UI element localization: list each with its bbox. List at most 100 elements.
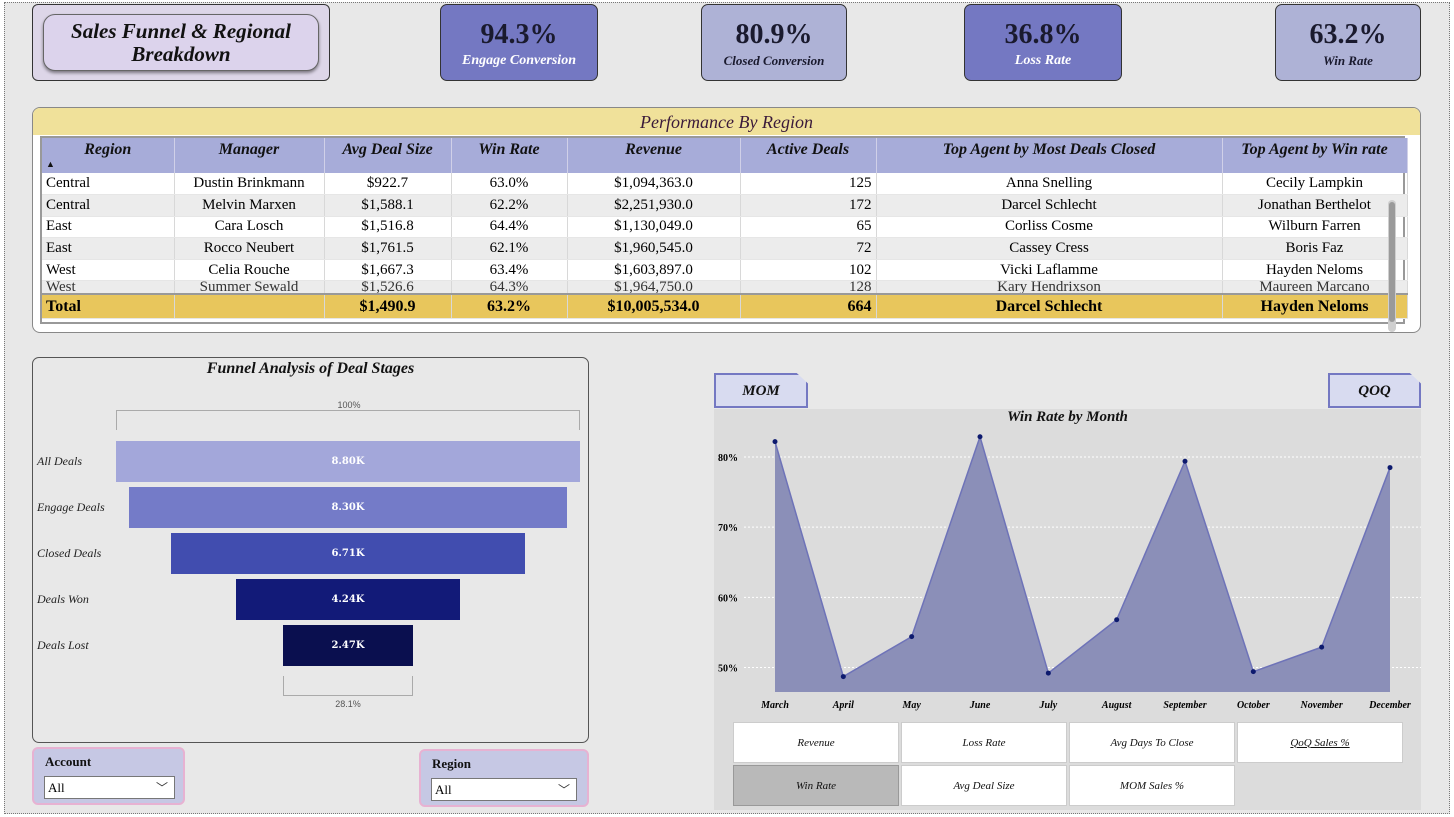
x-tick-label: May xyxy=(901,700,921,711)
measure-button[interactable]: Loss Rate xyxy=(901,722,1067,763)
performance-table-container: Region ▲ Manager Avg Deal Size Win Rate R… xyxy=(40,136,1408,332)
funnel-top-percent: 100% xyxy=(337,400,361,410)
performance-by-region-panel: Performance By Region Region ▲ Manager Av… xyxy=(32,107,1421,333)
table-cell: Melvin Marxen xyxy=(174,194,325,217)
table-cell: Dustin Brinkmann xyxy=(174,173,325,196)
x-tick-label: September xyxy=(1163,700,1206,711)
data-point[interactable] xyxy=(1045,670,1051,676)
dashboard-title: Sales Funnel & Regional Breakdown xyxy=(43,14,319,71)
kpi-label: Loss Rate xyxy=(1014,53,1072,68)
kpi-win-rate: 63.2% Win Rate xyxy=(1275,4,1421,81)
data-point[interactable] xyxy=(840,674,846,680)
x-tick-label: July xyxy=(1038,700,1057,711)
sort-ascending-icon[interactable]: ▲ xyxy=(46,159,55,169)
funnel-stage-label: Engage Deals xyxy=(37,500,105,514)
table-row[interactable]: West Summer Sewald $1,526.6 64.3% $1,964,750… xyxy=(42,280,1408,295)
column-header-win-rate[interactable]: Win Rate xyxy=(451,138,568,173)
scrollbar-thumb[interactable] xyxy=(1389,202,1395,322)
performance-title: Performance By Region xyxy=(33,108,1420,135)
data-point[interactable] xyxy=(772,439,778,445)
kpi-engage-conversion: 94.3% Engage Conversion xyxy=(440,4,598,81)
table-cell: 62.2% xyxy=(451,194,568,217)
funnel-stage-label: All Deals xyxy=(37,454,82,468)
kpi-label: Closed Conversion xyxy=(723,53,825,68)
funnel-stage-label: Closed Deals xyxy=(37,546,102,560)
total-cell: 664 xyxy=(740,293,877,319)
region-selected-value: All xyxy=(435,782,452,797)
table-cell: $1,761.5 xyxy=(324,237,452,260)
column-header-active-deals[interactable]: Active Deals xyxy=(740,138,877,173)
table-cell: West xyxy=(42,280,175,295)
funnel-bottom-bracket xyxy=(283,676,413,696)
column-header-revenue[interactable]: Revenue xyxy=(567,138,741,173)
funnel-bar[interactable]: 4.24K xyxy=(236,579,460,620)
data-point[interactable] xyxy=(1250,669,1256,675)
table-cell: Anna Snelling xyxy=(876,173,1223,196)
y-tick-label: 60% xyxy=(718,593,738,604)
funnel-stage-label: Deals Won xyxy=(37,592,89,606)
column-header-region[interactable]: Region ▲ xyxy=(42,138,175,173)
measure-button[interactable]: QoQ Sales % xyxy=(1237,722,1403,763)
data-point[interactable] xyxy=(1319,644,1325,650)
measure-button[interactable]: Revenue xyxy=(733,722,899,763)
data-point[interactable] xyxy=(977,434,983,440)
table-cell: East xyxy=(42,216,175,239)
x-tick-label: April xyxy=(832,700,854,711)
total-cell: Darcel Schlecht xyxy=(876,293,1223,319)
table-cell: Central xyxy=(42,194,175,217)
tab-qoq[interactable]: QOQ xyxy=(1328,373,1421,408)
data-point[interactable] xyxy=(1182,458,1188,464)
x-tick-label: June xyxy=(969,700,991,711)
measure-button[interactable]: Avg Deal Size xyxy=(901,765,1067,806)
account-dropdown[interactable]: All ﹀ xyxy=(44,776,175,799)
x-tick-label: December xyxy=(1368,700,1411,711)
table-cell: Celia Rouche xyxy=(174,259,325,282)
column-header-top-agent-win-rate[interactable]: Top Agent by Win rate xyxy=(1222,138,1408,173)
funnel-bar[interactable]: 8.80K xyxy=(116,441,580,482)
table-cell: East xyxy=(42,237,175,260)
column-header-top-agent-deals[interactable]: Top Agent by Most Deals Closed xyxy=(876,138,1223,173)
kpi-label: Engage Conversion xyxy=(462,53,576,68)
funnel-bar[interactable]: 2.47K xyxy=(282,625,414,666)
measure-button[interactable]: Avg Days To Close xyxy=(1069,722,1235,763)
funnel-bar-value: 6.71K xyxy=(331,548,365,559)
chevron-down-icon: ﹀ xyxy=(557,783,570,797)
funnel-bar[interactable]: 6.71K xyxy=(171,533,525,574)
total-cell: $10,005,534.0 xyxy=(567,293,741,319)
table-vertical-scrollbar[interactable] xyxy=(1388,200,1396,332)
data-point[interactable] xyxy=(909,634,915,640)
table-row[interactable]: East Cara Losch $1,516.8 64.4% $1,130,049.0 6… xyxy=(42,216,1408,239)
table-total-row: Total $1,490.9 63.2% $10,005,534.0 664 D… xyxy=(42,293,1408,319)
table-cell: Cecily Lampkin xyxy=(1222,173,1408,196)
measure-button[interactable]: MOM Sales % xyxy=(1069,765,1235,806)
kpi-value: 36.8% xyxy=(1004,19,1082,50)
table-row[interactable]: East Rocco Neubert $1,761.5 62.1% $1,960,545… xyxy=(42,237,1408,260)
kpi-value: 94.3% xyxy=(480,19,558,50)
y-tick-label: 50% xyxy=(718,663,738,674)
data-point[interactable] xyxy=(1387,465,1393,471)
win-rate-area-chart: 80% 70% 60% 50% March April May June July August S… xyxy=(718,434,1421,711)
table-cell: Maureen Marcano xyxy=(1222,280,1408,295)
table-cell: $1,964,750.0 xyxy=(567,280,741,295)
table-row[interactable]: Central Melvin Marxen $1,588.1 62.2% $2,251,… xyxy=(42,194,1408,217)
measure-button[interactable]: Win Rate xyxy=(733,765,899,806)
table-cell: 64.4% xyxy=(451,216,568,239)
tab-mom[interactable]: MOM xyxy=(714,373,808,408)
y-tick-label: 70% xyxy=(718,523,738,534)
column-header-manager[interactable]: Manager xyxy=(174,138,325,173)
table-cell: 65 xyxy=(740,216,877,239)
data-point[interactable] xyxy=(1114,617,1120,623)
funnel-bar[interactable]: 8.30K xyxy=(129,487,567,528)
table-row[interactable]: Central Dustin Brinkmann $922.7 63.0% $1,094… xyxy=(42,173,1408,196)
table-cell: Central xyxy=(42,173,175,196)
column-header-avg-deal-size[interactable]: Avg Deal Size xyxy=(324,138,452,173)
kpi-loss-rate: 36.8% Loss Rate xyxy=(964,4,1122,81)
funnel-bar-value: 8.30K xyxy=(331,502,365,513)
kpi-value: 80.9% xyxy=(735,19,813,50)
funnel-bar-value: 4.24K xyxy=(331,594,365,605)
table-row[interactable]: West Celia Rouche $1,667.3 63.4% $1,603,897.… xyxy=(42,259,1408,282)
kpi-closed-conversion: 80.9% Closed Conversion xyxy=(701,4,847,81)
table-cell: Wilburn Farren xyxy=(1222,216,1408,239)
region-dropdown[interactable]: All ﹀ xyxy=(431,778,577,801)
table-cell: $1,526.6 xyxy=(324,280,452,295)
